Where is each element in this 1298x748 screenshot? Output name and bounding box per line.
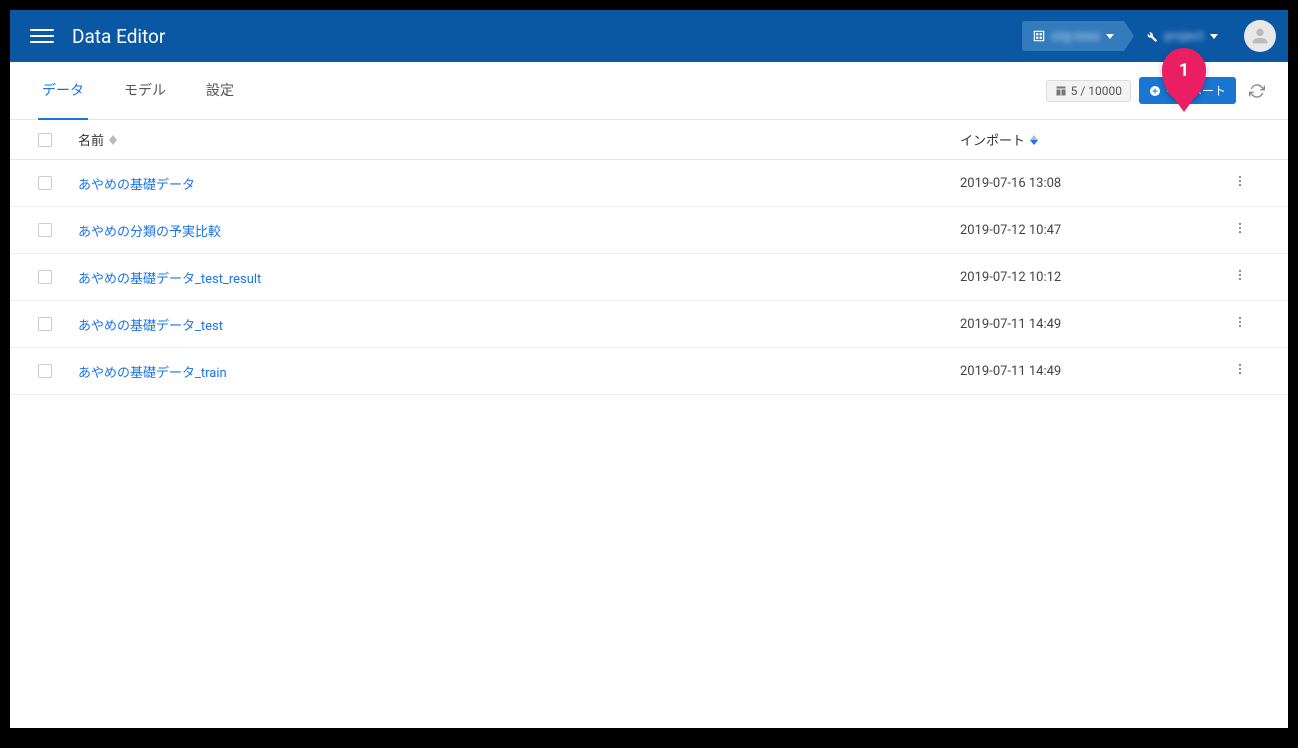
row-name-link[interactable]: あやめの基礎データ_test — [78, 315, 223, 334]
user-icon — [1249, 25, 1271, 47]
header-name[interactable]: 名前 — [78, 130, 960, 149]
row-check-col — [38, 270, 78, 284]
wrench-icon — [1144, 29, 1158, 43]
annotation-pin-label: 1 — [1164, 50, 1204, 90]
row-checkbox[interactable] — [38, 176, 52, 190]
row-check-col — [38, 176, 78, 190]
header-bar: Data Editor org-xxxx project — [10, 10, 1288, 62]
tab-model[interactable]: モデル — [120, 62, 170, 120]
menu-icon[interactable] — [30, 24, 54, 48]
table-row: あやめの分類の予実比較 2019-07-12 10:47 — [10, 207, 1288, 254]
row-check-col — [38, 364, 78, 378]
row-name-col: あやめの基礎データ_test — [78, 315, 960, 334]
row-checkbox[interactable] — [38, 223, 52, 237]
table-row: あやめの基礎データ_test_result 2019-07-12 10:12 — [10, 254, 1288, 301]
chevron-down-icon — [1106, 34, 1114, 39]
row-import-col: 2019-07-11 14:49 — [960, 364, 1220, 379]
content-area: データ モデル 設定 5 / 10000 インポート — [10, 62, 1288, 728]
table-row: あやめの基礎データ_train 2019-07-11 14:49 — [10, 348, 1288, 395]
more-button[interactable] — [1229, 217, 1251, 243]
row-checkbox[interactable] — [38, 364, 52, 378]
tab-settings[interactable]: 設定 — [202, 62, 238, 120]
breadcrumb-arrow — [1124, 21, 1134, 51]
more-button[interactable] — [1229, 358, 1251, 384]
count-badge: 5 / 10000 — [1046, 80, 1131, 102]
toolbar-right: 5 / 10000 インポート — [1046, 77, 1270, 104]
row-name-link[interactable]: あやめの基礎データ_test_result — [78, 268, 261, 287]
breadcrumb-org-label: org-xxxx — [1052, 29, 1100, 44]
plus-circle-icon — [1149, 85, 1161, 97]
row-name-link[interactable]: あやめの基礎データ_train — [78, 362, 227, 381]
row-check-col — [38, 317, 78, 331]
row-checkbox[interactable] — [38, 270, 52, 284]
row-actions-col — [1220, 311, 1260, 337]
table-row: あやめの基礎データ 2019-07-16 13:08 — [10, 160, 1288, 207]
header-check-col — [38, 133, 78, 147]
header-name-label: 名前 — [78, 130, 104, 149]
table-header: 名前 インポート — [10, 120, 1288, 160]
app-frame: Data Editor org-xxxx project — [10, 10, 1288, 728]
avatar[interactable] — [1244, 20, 1276, 52]
tab-data[interactable]: データ — [38, 62, 88, 120]
rows-container: あやめの基礎データ 2019-07-16 13:08 あやめの分類の予実比較 2019… — [10, 160, 1288, 395]
row-import-col: 2019-07-12 10:47 — [960, 223, 1220, 238]
header-import[interactable]: インポート — [960, 130, 1220, 149]
more-vertical-icon — [1233, 315, 1247, 329]
building-icon — [1032, 29, 1046, 43]
header-import-label: インポート — [960, 130, 1025, 149]
breadcrumb: org-xxxx project — [1022, 21, 1228, 51]
row-name-col: あやめの基礎データ_train — [78, 362, 960, 381]
header-right: org-xxxx project — [1022, 20, 1276, 52]
more-vertical-icon — [1233, 268, 1247, 282]
row-check-col — [38, 223, 78, 237]
tabs: データ モデル 設定 — [38, 62, 1046, 120]
data-table: 名前 インポート あやめの基礎データ 2019-07-16 13:08 あやめの分類… — [10, 120, 1288, 395]
row-import-col: 2019-07-11 14:49 — [960, 317, 1220, 332]
chevron-down-icon — [1210, 34, 1218, 39]
app-title: Data Editor — [72, 25, 1022, 48]
row-checkbox[interactable] — [38, 317, 52, 331]
row-actions-col — [1220, 358, 1260, 384]
more-button[interactable] — [1229, 170, 1251, 196]
sort-icon — [109, 135, 117, 145]
row-actions-col — [1220, 217, 1260, 243]
row-actions-col — [1220, 170, 1260, 196]
more-vertical-icon — [1233, 221, 1247, 235]
breadcrumb-project[interactable]: project — [1134, 21, 1228, 51]
breadcrumb-project-label: project — [1164, 29, 1204, 44]
refresh-icon — [1249, 83, 1265, 99]
more-button[interactable] — [1229, 311, 1251, 337]
sort-icon — [1030, 135, 1038, 145]
row-import-col: 2019-07-16 13:08 — [960, 176, 1220, 191]
breadcrumb-org[interactable]: org-xxxx — [1022, 21, 1124, 51]
row-name-link[interactable]: あやめの基礎データ — [78, 174, 195, 193]
refresh-button[interactable] — [1244, 78, 1270, 104]
tabs-row: データ モデル 設定 5 / 10000 インポート — [10, 62, 1288, 120]
select-all-checkbox[interactable] — [38, 133, 52, 147]
more-button[interactable] — [1229, 264, 1251, 290]
row-name-col: あやめの基礎データ — [78, 174, 960, 193]
row-name-col: あやめの分類の予実比較 — [78, 221, 960, 240]
row-actions-col — [1220, 264, 1260, 290]
count-label: 5 / 10000 — [1071, 84, 1122, 98]
table-icon — [1055, 85, 1067, 97]
row-name-col: あやめの基礎データ_test_result — [78, 268, 960, 287]
row-import-col: 2019-07-12 10:12 — [960, 270, 1220, 285]
table-row: あやめの基礎データ_test 2019-07-11 14:49 — [10, 301, 1288, 348]
row-name-link[interactable]: あやめの分類の予実比較 — [78, 221, 221, 240]
more-vertical-icon — [1233, 362, 1247, 376]
more-vertical-icon — [1233, 174, 1247, 188]
